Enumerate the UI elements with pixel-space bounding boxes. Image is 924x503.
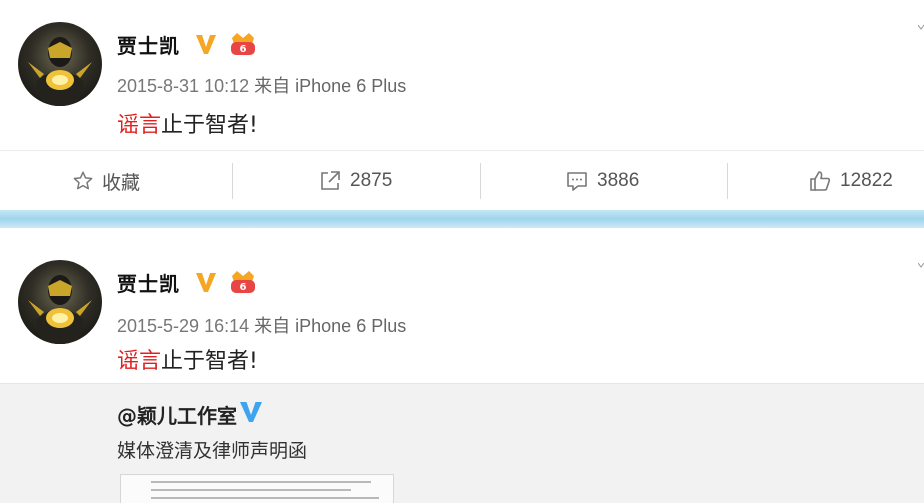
svg-text:6: 6	[240, 44, 247, 55]
repost-count: 2875	[350, 170, 393, 191]
feed-divider	[0, 210, 924, 228]
post-text: 谣言止于智者!	[117, 107, 258, 139]
post-text: 谣言止于智者!	[117, 343, 258, 375]
like-icon	[810, 171, 831, 191]
post-action-bar: 收藏 2875 3886 12822	[0, 150, 924, 210]
vip-badge-icon[interactable]: 6	[228, 268, 258, 296]
avatar[interactable]	[18, 260, 102, 344]
repost-icon	[321, 171, 340, 190]
repost-button[interactable]: 2875	[318, 151, 392, 211]
verified-v-icon	[196, 35, 216, 54]
toolbar-divider	[232, 163, 233, 199]
highlighted-keyword[interactable]: 谣言	[117, 349, 161, 374]
avatar-image	[28, 275, 92, 344]
svg-text:6: 6	[240, 282, 247, 293]
verified-v-icon	[240, 402, 262, 422]
source-prefix: 来自	[254, 316, 291, 336]
username[interactable]: 贾士凯	[117, 30, 180, 59]
like-count: 12822	[840, 170, 893, 191]
favorite-label: 收藏	[102, 172, 141, 194]
toolbar-divider	[480, 163, 481, 199]
post-text-rest: 止于智者!	[161, 113, 258, 138]
toolbar-divider	[727, 163, 728, 199]
doc-text-line	[151, 497, 379, 499]
timestamp[interactable]: 2015-5-29 16:14	[117, 316, 249, 336]
like-button[interactable]: 12822	[808, 151, 893, 211]
repost-author[interactable]: @颖儿工作室	[117, 400, 237, 429]
source-device: iPhone 6 Plus	[295, 316, 407, 336]
document-image-thumbnail[interactable]	[120, 474, 394, 503]
weibo-post-1: 贾士凯 6 2015-8-31 10:12 来自 iPhone 6 Plus 谣…	[0, 0, 924, 210]
post-meta: 2015-5-29 16:14 来自 iPhone 6 Plus	[117, 312, 406, 338]
source-device: iPhone 6 Plus	[295, 76, 407, 96]
verified-v-icon	[196, 273, 216, 292]
comment-button[interactable]: 3886	[565, 151, 639, 211]
avatar[interactable]	[18, 22, 102, 106]
repost-text: 媒体澄清及律师声明函	[117, 440, 308, 462]
source-prefix: 来自	[254, 76, 291, 96]
chevron-down-icon[interactable]	[918, 24, 924, 30]
vip-badge-icon[interactable]: 6	[228, 30, 258, 58]
reposted-content[interactable]: @颖儿工作室 媒体澄清及律师声明函	[0, 383, 924, 503]
timestamp[interactable]: 2015-8-31 10:12	[117, 76, 249, 96]
star-icon	[73, 171, 93, 190]
comment-count: 3886	[597, 170, 640, 191]
post-text-rest: 止于智者!	[161, 349, 258, 374]
comment-icon	[567, 172, 587, 191]
post-meta: 2015-8-31 10:12 来自 iPhone 6 Plus	[117, 72, 406, 98]
chevron-down-icon[interactable]	[918, 262, 924, 268]
highlighted-keyword[interactable]: 谣言	[117, 113, 161, 138]
weibo-post-2: 贾士凯 6 2015-5-29 16:14 来自 iPhone 6 Plus 谣…	[0, 228, 924, 503]
doc-text-line	[151, 481, 371, 483]
favorite-button[interactable]: 收藏	[72, 151, 140, 211]
username[interactable]: 贾士凯	[117, 268, 180, 297]
doc-text-line	[151, 489, 351, 491]
avatar-image	[28, 37, 92, 106]
